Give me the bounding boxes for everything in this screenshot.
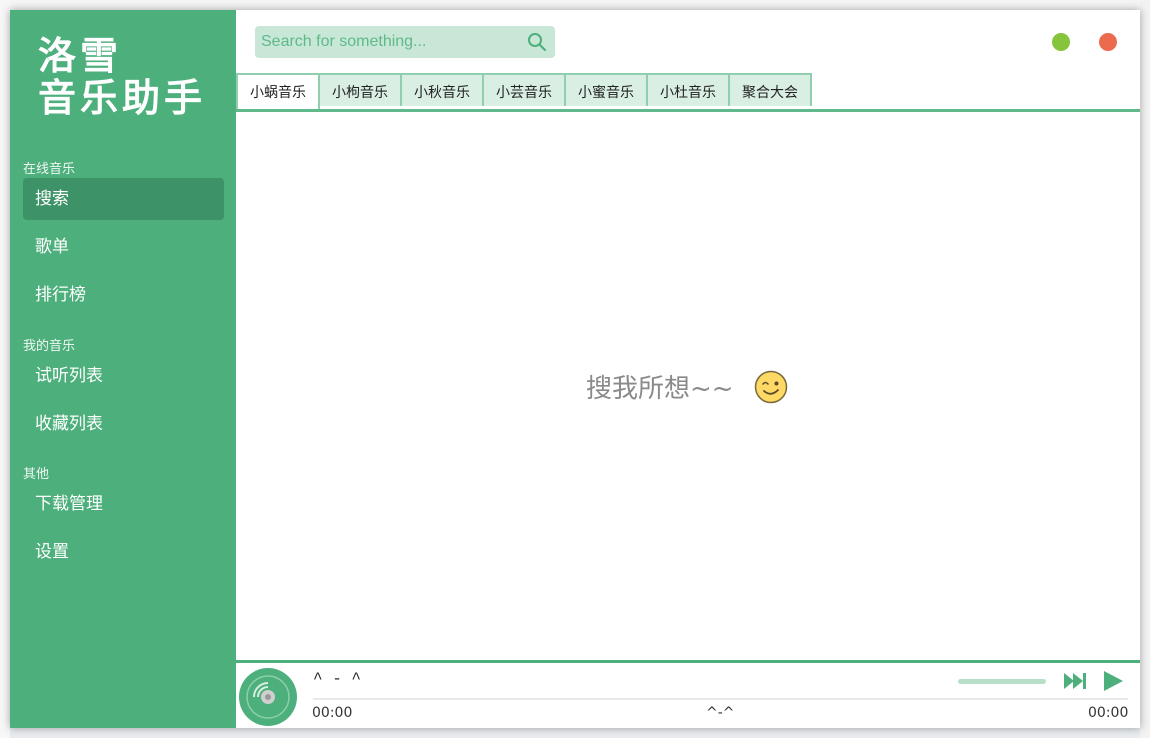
sidebar-item-charts[interactable]: 排行榜 — [23, 274, 224, 316]
sidebar-item-favorites[interactable]: 收藏列表 — [23, 403, 224, 445]
desktop-background-right — [1140, 0, 1150, 738]
search-input[interactable] — [255, 26, 527, 58]
player-status-text: ^-^ — [706, 705, 735, 721]
sidebar-item-playlists[interactable]: 歌单 — [23, 226, 224, 268]
sidebar-item-trial-list[interactable]: 试听列表 — [23, 355, 224, 397]
tab-xiaogou[interactable]: 小枸音乐 — [320, 73, 402, 106]
app-window: 洛雪 音乐助手 在线音乐 搜索 歌单 排行榜 我的音乐 试听列表 收藏列表 其他… — [10, 10, 1140, 728]
music-disc-icon[interactable] — [238, 667, 298, 727]
player-bar: ^ - ^ 00:00 ^-^ 00:00 — [236, 660, 1140, 728]
volume-slider[interactable] — [958, 679, 1046, 684]
sidebar-item-downloads[interactable]: 下载管理 — [23, 483, 224, 525]
source-tabs: 小蜗音乐 小枸音乐 小秋音乐 小芸音乐 小蜜音乐 小杜音乐 聚合大会 — [236, 73, 1140, 112]
sidebar-section-other: 其他 — [23, 467, 50, 482]
now-playing-title: ^ - ^ — [313, 670, 362, 688]
skip-next-icon[interactable] — [1062, 670, 1088, 692]
empty-state-message: 搜我所想~~ — [586, 374, 734, 404]
app-logo-line1: 洛雪 — [38, 33, 123, 78]
main-panel: 小蜗音乐 小枸音乐 小秋音乐 小芸音乐 小蜜音乐 小杜音乐 聚合大会 搜我所想~… — [236, 10, 1140, 728]
search-icon[interactable] — [527, 32, 547, 52]
sidebar-item-search[interactable]: 搜索 — [23, 178, 224, 220]
tab-xiaoyun[interactable]: 小芸音乐 — [484, 73, 566, 106]
tab-xiaodu[interactable]: 小杜音乐 — [648, 73, 730, 106]
sidebar-section-my-music: 我的音乐 — [23, 339, 76, 354]
desktop-background — [0, 0, 1150, 10]
desktop-background-left — [0, 0, 10, 738]
current-time: 00:00 — [312, 705, 353, 721]
app-logo-line2: 音乐助手 — [38, 75, 207, 120]
tab-xiaomi[interactable]: 小蜜音乐 — [566, 73, 648, 106]
sidebar-section-online: 在线音乐 — [23, 162, 76, 177]
app-logo: 洛雪 音乐助手 — [38, 35, 218, 119]
wink-emoji-icon — [754, 370, 788, 404]
total-time: 00:00 — [1088, 705, 1129, 721]
sidebar: 洛雪 音乐助手 在线音乐 搜索 歌单 排行榜 我的音乐 试听列表 收藏列表 其他… — [10, 10, 236, 728]
close-button[interactable] — [1099, 33, 1117, 51]
search-box — [255, 26, 555, 58]
tab-xiaowo[interactable]: 小蜗音乐 — [236, 73, 320, 109]
tab-xiaoqiu[interactable]: 小秋音乐 — [402, 73, 484, 106]
minimize-button[interactable] — [1052, 33, 1070, 51]
tab-aggregate[interactable]: 聚合大会 — [730, 73, 812, 106]
play-icon[interactable] — [1101, 669, 1125, 693]
sidebar-item-settings[interactable]: 设置 — [23, 531, 224, 573]
progress-bar[interactable] — [313, 698, 1128, 700]
